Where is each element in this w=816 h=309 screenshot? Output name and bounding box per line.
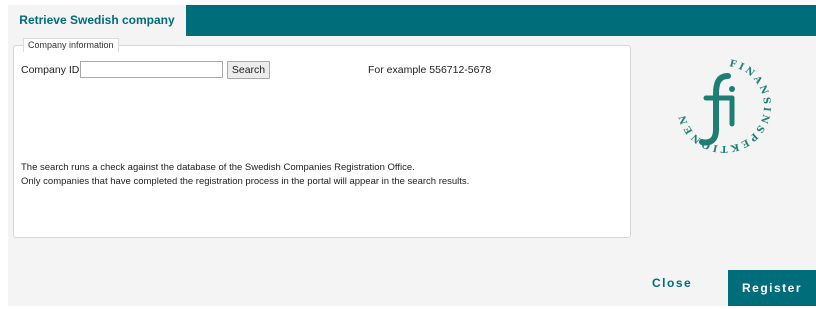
logo-f-stroke [699, 73, 731, 146]
info-text-line-1: The search runs a check against the data… [21, 162, 415, 173]
company-id-input[interactable] [80, 61, 223, 78]
register-button[interactable]: Register [728, 270, 816, 306]
example-hint: For example 556712-5678 [368, 64, 492, 76]
tab-bar: Retrieve Swedish company [8, 5, 816, 36]
finansinspektionen-logo: FINANSINSPEKTIONEN [676, 58, 772, 154]
company-information-panel: Company information Company ID Search Fo… [13, 38, 631, 238]
panel-legend: Company information [23, 38, 119, 52]
search-button[interactable]: Search [227, 61, 270, 79]
tab-retrieve-swedish-company[interactable]: Retrieve Swedish company [8, 5, 186, 36]
logo-i-dot [729, 86, 735, 92]
svg-text:FINANSINSPEKTIONEN: FINANSINSPEKTIONEN [676, 58, 772, 154]
logo-text: FINANSINSPEKTIONEN [676, 58, 769, 154]
company-id-label: Company ID [21, 64, 80, 76]
info-text-line-2: Only companies that have completed the r… [21, 176, 470, 187]
close-button[interactable]: Close [652, 276, 692, 290]
